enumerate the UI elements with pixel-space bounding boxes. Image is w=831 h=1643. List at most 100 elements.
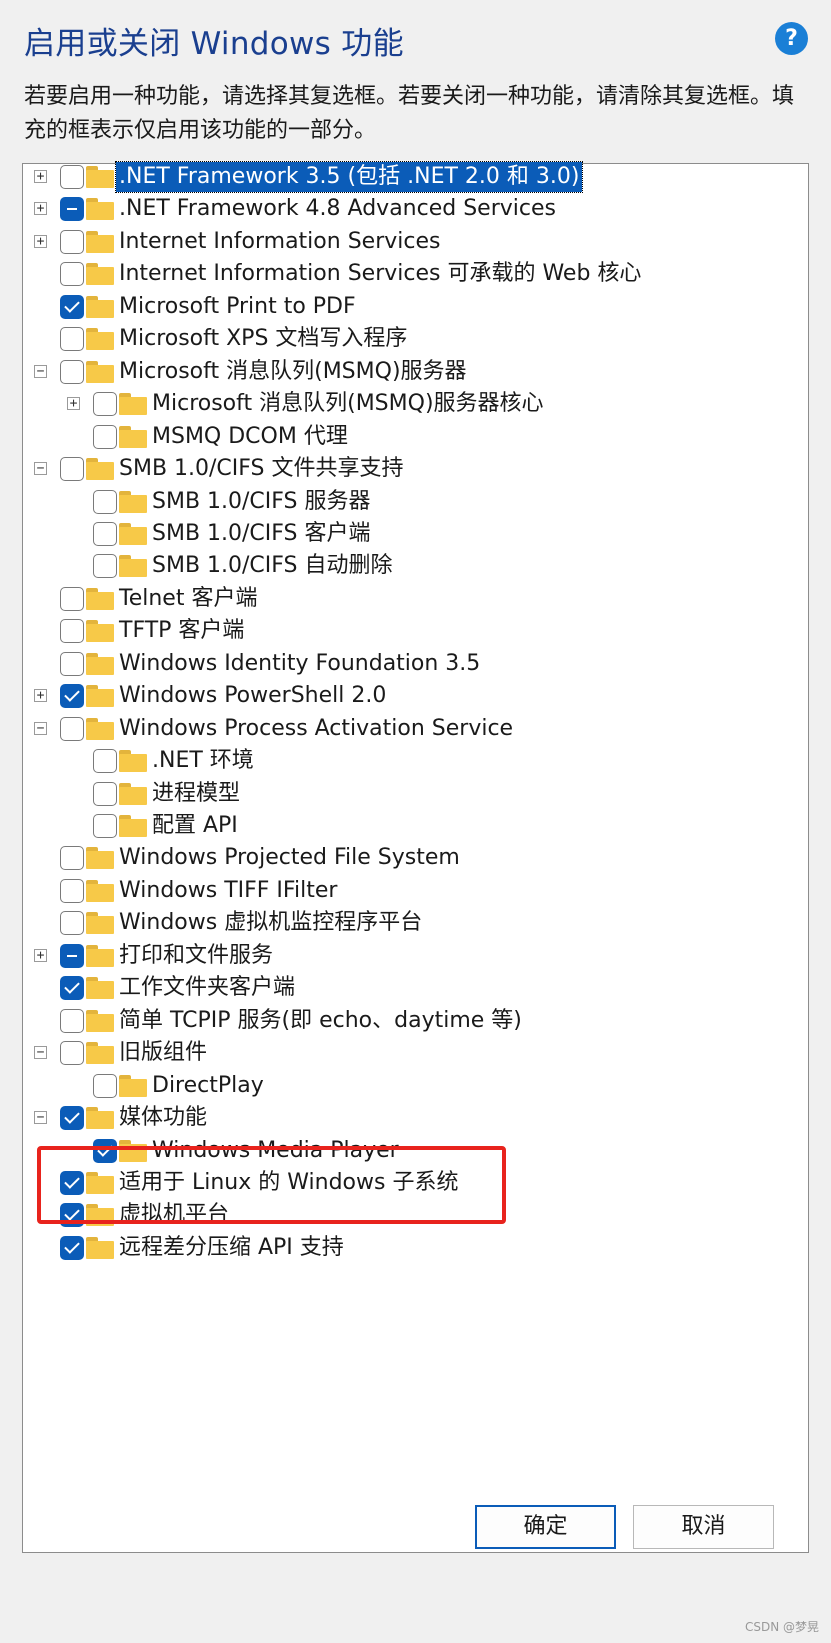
feature-checkbox[interactable] bbox=[60, 1008, 84, 1033]
feature-checkbox[interactable] bbox=[60, 294, 84, 319]
feature-label[interactable]: Telnet 客户端 bbox=[119, 584, 257, 614]
feature-row[interactable]: + .NET Framework 4.8 Advanced Services bbox=[23, 192, 803, 226]
expand-icon[interactable]: + bbox=[34, 948, 47, 962]
feature-checkbox[interactable] bbox=[60, 327, 84, 352]
feature-label[interactable]: Windows Process Activation Service bbox=[119, 714, 513, 744]
feature-checkbox[interactable] bbox=[60, 911, 84, 936]
feature-checkbox[interactable] bbox=[60, 619, 84, 644]
expand-icon[interactable]: + bbox=[67, 397, 80, 411]
feature-label[interactable]: .NET Framework 3.5 (包括 .NET 2.0 和 3.0) bbox=[114, 161, 584, 193]
feature-checkbox[interactable] bbox=[60, 262, 84, 287]
feature-label[interactable]: Windows 虚拟机监控程序平台 bbox=[119, 908, 422, 938]
feature-label[interactable]: Windows TIFF IFilter bbox=[119, 876, 337, 906]
feature-label[interactable]: Windows Projected File System bbox=[119, 843, 460, 873]
feature-checkbox[interactable] bbox=[93, 521, 117, 546]
collapse-icon[interactable]: − bbox=[34, 1111, 47, 1125]
feature-checkbox[interactable] bbox=[93, 814, 117, 838]
feature-checkbox[interactable] bbox=[60, 1106, 84, 1131]
feature-checkbox[interactable] bbox=[60, 457, 84, 482]
feature-label[interactable]: 工作文件夹客户端 bbox=[119, 973, 295, 1003]
cancel-button[interactable]: 取消 bbox=[633, 1505, 774, 1549]
collapse-icon[interactable]: − bbox=[34, 721, 47, 735]
feature-row[interactable]: + .NET Framework 3.5 (包括 .NET 2.0 和 3.0) bbox=[23, 160, 803, 194]
feature-row[interactable]: TFTP 客户端 bbox=[23, 614, 803, 648]
feature-label[interactable]: 旧版组件 bbox=[119, 1038, 207, 1068]
collapse-icon[interactable]: − bbox=[34, 1046, 47, 1060]
feature-checkbox[interactable] bbox=[93, 392, 117, 417]
feature-checkbox[interactable] bbox=[60, 684, 84, 709]
feature-checkbox[interactable] bbox=[60, 197, 84, 222]
feature-checkbox[interactable] bbox=[93, 424, 117, 449]
feature-label[interactable]: SMB 1.0/CIFS 自动删除 bbox=[152, 551, 393, 581]
feature-label[interactable]: MSMQ DCOM 代理 bbox=[152, 422, 348, 452]
feature-row[interactable]: − 旧版组件 bbox=[23, 1036, 803, 1070]
feature-checkbox[interactable] bbox=[93, 489, 117, 514]
feature-label[interactable]: SMB 1.0/CIFS 服务器 bbox=[152, 487, 371, 517]
feature-checkbox[interactable] bbox=[60, 1041, 84, 1066]
feature-row[interactable]: Microsoft Print to PDF bbox=[23, 290, 803, 324]
feature-label[interactable]: SMB 1.0/CIFS 客户端 bbox=[152, 519, 371, 549]
feature-label[interactable]: Windows Identity Foundation 3.5 bbox=[119, 649, 480, 679]
feature-row[interactable]: Windows Projected File System bbox=[23, 841, 803, 875]
feature-checkbox[interactable] bbox=[60, 229, 84, 254]
feature-checkbox[interactable] bbox=[60, 716, 84, 741]
feature-checkbox[interactable] bbox=[60, 359, 84, 384]
feature-label[interactable]: .NET 环境 bbox=[152, 746, 254, 776]
feature-label[interactable]: TFTP 客户端 bbox=[119, 616, 244, 646]
expand-icon[interactable]: + bbox=[34, 170, 47, 183]
feature-row[interactable]: − Microsoft 消息队列(MSMQ)服务器 bbox=[23, 355, 803, 389]
feature-checkbox[interactable] bbox=[60, 165, 84, 189]
feature-checkbox[interactable] bbox=[60, 878, 84, 903]
feature-label[interactable]: SMB 1.0/CIFS 文件共享支持 bbox=[119, 454, 404, 484]
feature-row[interactable]: 配置 API bbox=[23, 809, 803, 843]
collapse-icon[interactable]: − bbox=[34, 462, 47, 476]
feature-label[interactable]: 简单 TCPIP 服务(即 echo、daytime 等) bbox=[119, 1006, 522, 1036]
feature-checkbox[interactable] bbox=[93, 554, 117, 579]
ok-button[interactable]: 确定 bbox=[475, 1505, 616, 1549]
feature-label[interactable]: Internet Information Services 可承载的 Web 核… bbox=[119, 259, 641, 289]
feature-row[interactable]: 远程差分压缩 API 支持 bbox=[23, 1231, 803, 1265]
feature-row[interactable]: 工作文件夹客户端 bbox=[23, 971, 803, 1005]
feature-label[interactable]: .NET Framework 4.8 Advanced Services bbox=[119, 194, 556, 224]
expand-icon[interactable]: + bbox=[34, 234, 47, 248]
feature-row[interactable]: + Microsoft 消息队列(MSMQ)服务器核心 bbox=[23, 387, 803, 421]
feature-checkbox[interactable] bbox=[93, 1073, 117, 1098]
feature-row[interactable]: + Internet Information Services bbox=[23, 225, 803, 259]
feature-checkbox[interactable] bbox=[60, 586, 84, 611]
feature-checkbox[interactable] bbox=[93, 781, 117, 806]
feature-row[interactable]: SMB 1.0/CIFS 客户端 bbox=[23, 517, 803, 551]
feature-row[interactable]: .NET 环境 bbox=[23, 744, 803, 778]
feature-label[interactable]: Windows PowerShell 2.0 bbox=[119, 681, 386, 711]
feature-label[interactable]: Microsoft 消息队列(MSMQ)服务器 bbox=[119, 357, 467, 387]
feature-row[interactable]: − SMB 1.0/CIFS 文件共享支持 bbox=[23, 452, 803, 486]
feature-checkbox[interactable] bbox=[60, 976, 84, 1001]
feature-label[interactable]: DirectPlay bbox=[152, 1071, 264, 1101]
feature-label[interactable]: 媒体功能 bbox=[119, 1103, 207, 1133]
feature-row[interactable]: − 媒体功能 bbox=[23, 1101, 803, 1135]
feature-checkbox[interactable] bbox=[60, 1235, 84, 1260]
feature-label[interactable]: 远程差分压缩 API 支持 bbox=[119, 1233, 344, 1263]
feature-label[interactable]: Microsoft 消息队列(MSMQ)服务器核心 bbox=[152, 389, 544, 419]
expand-icon[interactable]: + bbox=[34, 202, 47, 216]
feature-label[interactable]: 打印和文件服务 bbox=[119, 941, 273, 971]
feature-row[interactable]: Windows Identity Foundation 3.5 bbox=[23, 647, 803, 681]
collapse-icon[interactable]: − bbox=[34, 364, 47, 378]
feature-label[interactable]: 配置 API bbox=[152, 811, 238, 841]
feature-label[interactable]: Microsoft Print to PDF bbox=[119, 292, 356, 322]
feature-row[interactable]: − Windows Process Activation Service bbox=[23, 712, 803, 746]
feature-label[interactable]: Microsoft XPS 文档写入程序 bbox=[119, 324, 407, 354]
feature-row[interactable]: DirectPlay bbox=[23, 1069, 803, 1103]
feature-row[interactable]: MSMQ DCOM 代理 bbox=[23, 420, 803, 454]
feature-row[interactable]: Telnet 客户端 bbox=[23, 582, 803, 616]
feature-row[interactable]: Internet Information Services 可承载的 Web 核… bbox=[23, 257, 803, 291]
feature-row[interactable]: 简单 TCPIP 服务(即 echo、daytime 等) bbox=[23, 1004, 803, 1038]
feature-checkbox[interactable] bbox=[60, 943, 84, 968]
feature-row[interactable]: 进程模型 bbox=[23, 777, 803, 811]
feature-checkbox[interactable] bbox=[60, 846, 84, 871]
feature-row[interactable]: SMB 1.0/CIFS 自动删除 bbox=[23, 549, 803, 583]
help-button[interactable]: ? bbox=[775, 22, 808, 55]
feature-row[interactable]: + 打印和文件服务 bbox=[23, 939, 803, 973]
feature-row[interactable]: + Windows PowerShell 2.0 bbox=[23, 679, 803, 713]
feature-checkbox[interactable] bbox=[93, 749, 117, 774]
feature-label[interactable]: 进程模型 bbox=[152, 779, 240, 809]
